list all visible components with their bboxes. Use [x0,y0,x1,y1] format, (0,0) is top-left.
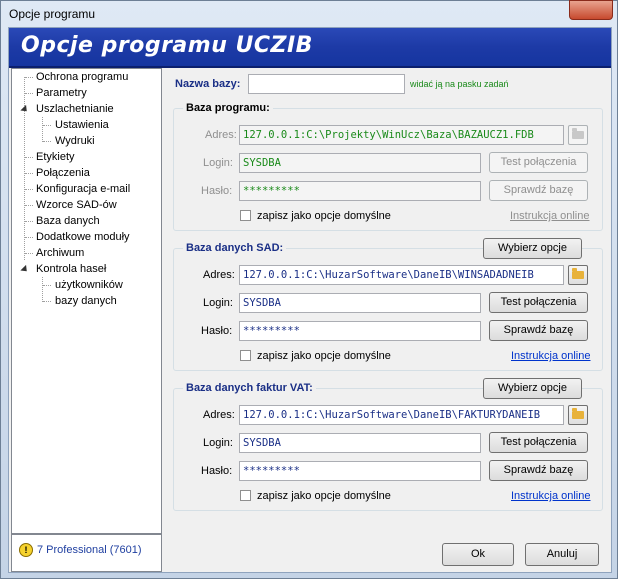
tree-tick [25,77,33,78]
sad-db-login-label: Login: [203,297,233,309]
collapse-arrow-icon[interactable] [20,264,30,275]
title-bar[interactable]: Opcje programu [1,0,617,27]
tree-tick [25,253,33,254]
program-db-login-label: Login: [203,157,233,169]
tree-item-ustawienia[interactable]: Ustawienia [55,117,109,133]
banner-title: Opcje programu UCZIB [21,33,313,58]
tree-item-uszlachetnianie[interactable]: Uszlachetnianie [36,101,114,117]
vat-db-password-input[interactable]: ********* [239,461,481,481]
program-db-check-button[interactable]: Sprawdź bazę [489,180,588,201]
sad-db-title: Baza danych SAD: [183,242,287,254]
tree-guide-line [42,117,43,142]
options-tree: Ochrona programu Parametry Uszlachetnian… [11,68,162,534]
close-window-button[interactable] [569,0,613,20]
tree-tick [25,237,33,238]
tree-item-ochrona-programu[interactable]: Ochrona programu [36,69,128,85]
collapse-arrow-icon[interactable] [20,104,30,115]
tree-item-baza-danych[interactable]: Baza danych [36,213,100,229]
sad-db-password-label: Hasło: [201,325,233,337]
program-db-title: Baza programu: [183,102,273,114]
tree-item-polaczenia[interactable]: Połączenia [36,165,90,181]
program-db-manual-link[interactable]: Instrukcja online [510,210,590,222]
vat-db-default-checkbox[interactable] [240,490,251,501]
program-db-address-input[interactable]: 127.0.0.1:C:\Projekty\WinUcz\Baza\BAZAUC… [239,125,564,145]
tree-item-wzorce-sad[interactable]: Wzorce SAD-ów [36,197,117,213]
sad-db-options-button[interactable]: Wybierz opcje [483,238,582,259]
sad-db-default-label: zapisz jako opcje domyślne [257,350,391,362]
sad-db-password-input[interactable]: ********* [239,321,481,341]
tree-tick [43,125,51,126]
folder-icon [572,128,584,139]
program-db-password-input[interactable]: ********* [239,181,481,201]
tree-tick [25,157,33,158]
vat-db-address-input[interactable]: 127.0.0.1:C:\HuzarSoftware\DaneIB\FAKTUR… [239,405,564,425]
vat-db-manual-link[interactable]: Instrukcja online [511,490,591,502]
tree-item-konfiguracja-email[interactable]: Konfiguracja e-mail [36,181,130,197]
sad-db-address-label: Adres: [203,269,235,281]
sad-db-login-input[interactable]: SYSDBA [239,293,481,313]
vat-db-title: Baza danych faktur VAT: [183,382,316,394]
program-db-default-checkbox[interactable] [240,210,251,221]
warning-icon: ! [19,543,33,557]
tree-item-bazy-danych[interactable]: bazy danych [55,293,117,309]
vat-db-check-button[interactable]: Sprawdź bazę [489,460,588,481]
db-name-label: Nazwa bazy: [175,78,241,90]
cancel-button[interactable]: Anuluj [525,543,599,566]
vat-db-login-label: Login: [203,437,233,449]
vat-db-login-input[interactable]: SYSDBA [239,433,481,453]
vat-db-default-label: zapisz jako opcje domyślne [257,490,391,502]
tree-item-etykiety[interactable]: Etykiety [36,149,75,165]
vat-db-browse-button[interactable] [568,405,588,425]
program-db-default-label: zapisz jako opcje domyślne [257,210,391,222]
program-db-browse-button[interactable] [568,125,588,145]
tree-item-dodatkowe-moduly[interactable]: Dodatkowe moduły [36,229,130,245]
db-name-hint: widać ją na pasku zadań [410,79,509,89]
sad-db-manual-link[interactable]: Instrukcja online [511,350,591,362]
folder-icon [572,408,584,419]
program-db-test-connection-button[interactable]: Test połączenia [489,152,588,173]
program-db-password-label: Hasło: [201,185,233,197]
vat-db-password-label: Hasło: [201,465,233,477]
tree-item-archiwum[interactable]: Archiwum [36,245,84,261]
tree-item-parametry[interactable]: Parametry [36,85,87,101]
tree-item-uzytkownikow[interactable]: użytkowników [55,277,123,293]
version-status-panel: ! 7 Professional (7601) [11,534,162,572]
tree-tick [25,93,33,94]
sad-db-test-connection-button[interactable]: Test połączenia [489,292,588,313]
sad-db-browse-button[interactable] [568,265,588,285]
version-text: 7 Professional (7601) [37,544,142,556]
tree-tick [43,285,51,286]
header-banner: Opcje programu UCZIB [9,28,611,68]
db-name-input[interactable] [248,74,405,94]
tree-item-wydruki[interactable]: Wydruki [55,133,95,149]
window-title: Opcje programu [9,7,96,21]
tree-tick [43,141,51,142]
program-db-address-label: Adres: [205,129,237,141]
sad-db-check-button[interactable]: Sprawdź bazę [489,320,588,341]
tree-tick [25,221,33,222]
sad-db-default-checkbox[interactable] [240,350,251,361]
vat-db-options-button[interactable]: Wybierz opcje [483,378,582,399]
tree-guide-line [42,277,43,302]
program-db-login-input[interactable]: SYSDBA [239,153,481,173]
ok-button[interactable]: Ok [442,543,514,566]
vat-db-test-connection-button[interactable]: Test połączenia [489,432,588,453]
tree-tick [25,189,33,190]
tree-tick [25,173,33,174]
sad-db-address-input[interactable]: 127.0.0.1:C:\HuzarSoftware\DaneIB\WINSAD… [239,265,564,285]
folder-icon [572,268,584,279]
tree-tick [25,205,33,206]
options-window: Opcje programu Opcje programu UCZIB Ochr… [0,0,618,579]
tree-item-kontrola-hasel[interactable]: Kontrola haseł [36,261,106,277]
tree-tick [43,301,51,302]
vat-db-address-label: Adres: [203,409,235,421]
dialog-client-area: Opcje programu UCZIB Ochrona programu Pa… [8,27,612,573]
